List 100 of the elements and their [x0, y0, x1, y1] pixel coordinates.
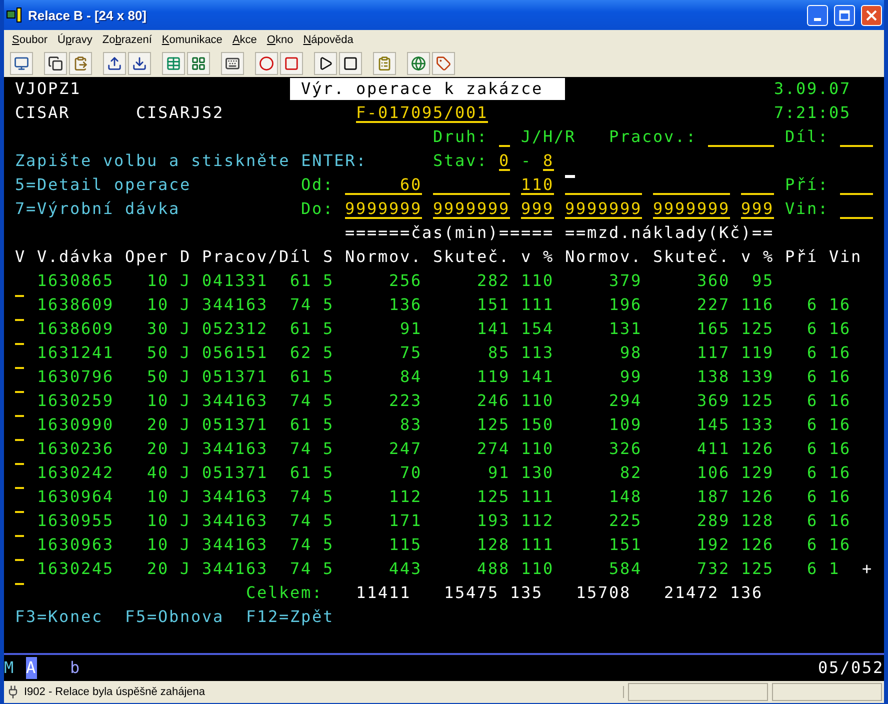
table-cell-text: 115 — [388, 535, 422, 555]
menu-item[interactable]: Okno — [262, 34, 300, 46]
table-cell-text: 6 — [806, 511, 818, 531]
table-cell: 1630796 — [37, 367, 114, 387]
menu-item[interactable]: Komunikace — [158, 34, 228, 46]
table-cell-text: 6 — [806, 559, 818, 579]
table-cell-text: 125 — [476, 415, 510, 435]
toolbar-button[interactable] — [339, 52, 362, 74]
table-cell: 5 — [323, 319, 334, 339]
order-number: F-017095/001 — [356, 103, 488, 123]
table-cell-text: 50 — [146, 343, 169, 363]
table-cell: 344163 74 — [202, 487, 312, 507]
function-key[interactable]: F12=Zpět — [246, 607, 334, 627]
close-button[interactable] — [861, 4, 882, 26]
table-cell: J — [180, 271, 191, 291]
table-cell: 1630990 — [37, 415, 114, 435]
table-cell-text: 70 — [398, 463, 422, 483]
table-cell-text: 6 — [806, 391, 818, 411]
toolbar-button[interactable] — [128, 52, 151, 74]
table-cell-text: 289 — [696, 511, 730, 531]
menu-item[interactable]: Zobrazení — [98, 34, 158, 46]
table-cell-text: 128 — [476, 535, 510, 555]
range-field[interactable]: 60 — [345, 175, 422, 195]
toolbar-button[interactable] — [103, 52, 126, 74]
column-header: Skuteč. — [653, 247, 730, 267]
toolbar-button[interactable] — [44, 52, 67, 74]
maximize-button[interactable] — [834, 4, 855, 26]
table-cell: 5 — [323, 511, 334, 531]
table-cell: 5 — [323, 271, 334, 291]
table-cell: 141 — [521, 367, 554, 387]
range-field[interactable]: 9999999 — [433, 199, 510, 219]
table-cell: 110 — [521, 559, 554, 579]
table-cell-text: 30 — [146, 319, 169, 339]
minimize-icon — [814, 18, 821, 20]
record-icon — [259, 56, 274, 70]
table-cell-text: 165 — [696, 319, 730, 339]
table-cell-text: 151 — [608, 535, 642, 555]
cursor-position: 05/052 — [818, 658, 884, 678]
table-cell-text: 326 — [608, 439, 642, 459]
range-field[interactable] — [565, 175, 642, 195]
table-cell: 111 — [521, 487, 554, 507]
table-cell-text: 247 — [388, 439, 422, 459]
range-separator: - — [521, 151, 532, 171]
screen-title: Výr. operace k zakázce — [290, 78, 565, 100]
table-cell: 5 — [323, 487, 334, 507]
filter-label: Vin: — [785, 199, 829, 219]
app-icon — [6, 7, 22, 23]
range-field[interactable]: 9999999 — [565, 199, 642, 219]
user-text: CISAR — [15, 103, 70, 123]
table-cell: 126 — [741, 439, 774, 459]
table-cell-text: 6 — [806, 463, 818, 483]
table-cell: 052312 61 — [202, 319, 312, 339]
table-cell: 125 — [741, 319, 774, 339]
table-cell: 1630242 — [37, 463, 114, 483]
table-cell-text: 20 — [146, 559, 169, 579]
table-cell: 125 — [741, 391, 774, 411]
filter-label: Díl: — [785, 127, 829, 147]
table-cell: J — [180, 295, 191, 315]
toolbar-button[interactable] — [187, 52, 210, 74]
table-cell-text: 98 — [618, 343, 642, 363]
function-key[interactable]: F5=Obnova — [125, 607, 224, 627]
range-field[interactable]: 999 — [521, 199, 554, 219]
minimize-button[interactable] — [807, 4, 828, 26]
table-cell: 1630259 — [37, 391, 114, 411]
table-cell: 130 — [521, 463, 554, 483]
menu-item[interactable]: Akce — [228, 34, 263, 46]
input-indicator: b — [70, 658, 81, 678]
filter-field[interactable]: 0 — [499, 151, 510, 171]
menu-item[interactable]: Úpravy — [53, 34, 98, 46]
table-cell: 5 — [323, 559, 334, 579]
toolbar-button[interactable] — [10, 52, 33, 74]
column-header: Oper — [125, 247, 169, 267]
total-value: 15708 — [576, 583, 631, 603]
table-cell: 1630865 — [37, 271, 114, 291]
toolbar-button[interactable] — [314, 52, 337, 74]
device-text: CISARJS2 — [136, 103, 224, 123]
menu-item[interactable]: Nápověda — [299, 34, 360, 46]
cursor-icon — [565, 175, 575, 178]
table-cell-text: 6 — [806, 487, 818, 507]
table-cell: 5 — [323, 463, 334, 483]
table-cell: J — [180, 511, 191, 531]
table-cell: 344163 74 — [202, 295, 312, 315]
clipboard-icon — [377, 56, 392, 70]
table-cell: J — [180, 535, 191, 555]
range-field[interactable]: 999 — [741, 199, 774, 219]
function-key[interactable]: F3=Konec — [15, 607, 103, 627]
table-cell-text: 50 — [146, 367, 169, 387]
column-header: Normov. — [345, 247, 422, 267]
table-icon — [166, 56, 181, 70]
filter-field[interactable]: 8 — [543, 151, 554, 171]
menu-item[interactable]: Soubor — [8, 34, 54, 46]
status-indicator: M — [4, 658, 15, 678]
table-cell-text: 282 — [476, 271, 510, 291]
table-cell: 344163 74 — [202, 391, 312, 411]
range-field[interactable]: 9999999 — [345, 199, 422, 219]
table-cell-text: 145 — [696, 415, 730, 435]
range-field[interactable]: 110 — [521, 175, 554, 195]
toolbar-button[interactable] — [221, 52, 244, 74]
range-field[interactable]: 9999999 — [653, 199, 730, 219]
status-message: I902 - Relace byla úspěšně zahájena — [24, 686, 624, 698]
